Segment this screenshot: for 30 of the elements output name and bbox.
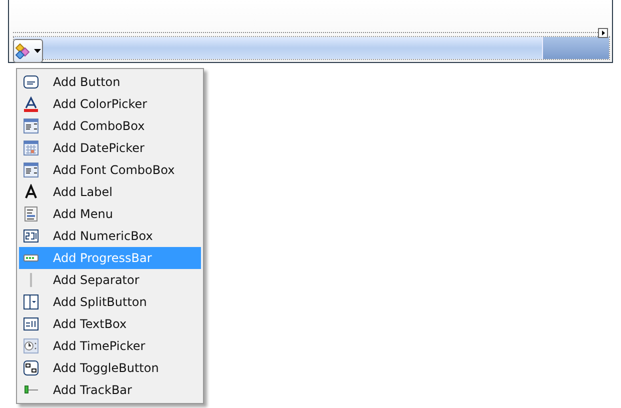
- menu-item[interactable]: Add NumericBox: [19, 225, 201, 247]
- clock-icon: [23, 338, 39, 354]
- menu-item[interactable]: Add ToggleButton: [19, 357, 201, 379]
- menu-icon: [23, 206, 39, 222]
- menu-item[interactable]: Add Label: [19, 181, 201, 203]
- menu-item[interactable]: Add TextBox: [19, 313, 201, 335]
- menu-item[interactable]: Add TimePicker: [19, 335, 201, 357]
- menu-item[interactable]: Add ColorPicker: [19, 93, 201, 115]
- menu-item[interactable]: Add Font ComboBox: [19, 159, 201, 181]
- add-item-dropdown-button[interactable]: [13, 39, 43, 63]
- numeric-box-icon: [23, 228, 39, 244]
- menu-item[interactable]: Add Button: [19, 71, 201, 93]
- color-letter-icon: [23, 96, 39, 112]
- menu-item[interactable]: Add SplitButton: [19, 291, 201, 313]
- calendar-icon: [23, 140, 39, 156]
- scroll-right-icon[interactable]: [598, 28, 608, 38]
- menu-item[interactable]: Add TrackBar: [19, 379, 201, 401]
- combobox-icon: [23, 118, 39, 134]
- menu-item[interactable]: Add Menu: [19, 203, 201, 225]
- split-button-icon: [23, 294, 39, 310]
- menu-item[interactable]: Add ComboBox: [19, 115, 201, 137]
- menu-item[interactable]: Add DatePicker: [19, 137, 201, 159]
- separator-icon: [30, 272, 32, 288]
- caret-icon: [34, 49, 41, 53]
- combobox-icon: [23, 162, 39, 178]
- text-box-icon: [23, 316, 39, 332]
- button-icon: [23, 74, 39, 90]
- toggle-icon: [23, 360, 39, 376]
- letter-icon: [23, 184, 39, 200]
- menu-item[interactable]: Add Separator: [19, 269, 201, 291]
